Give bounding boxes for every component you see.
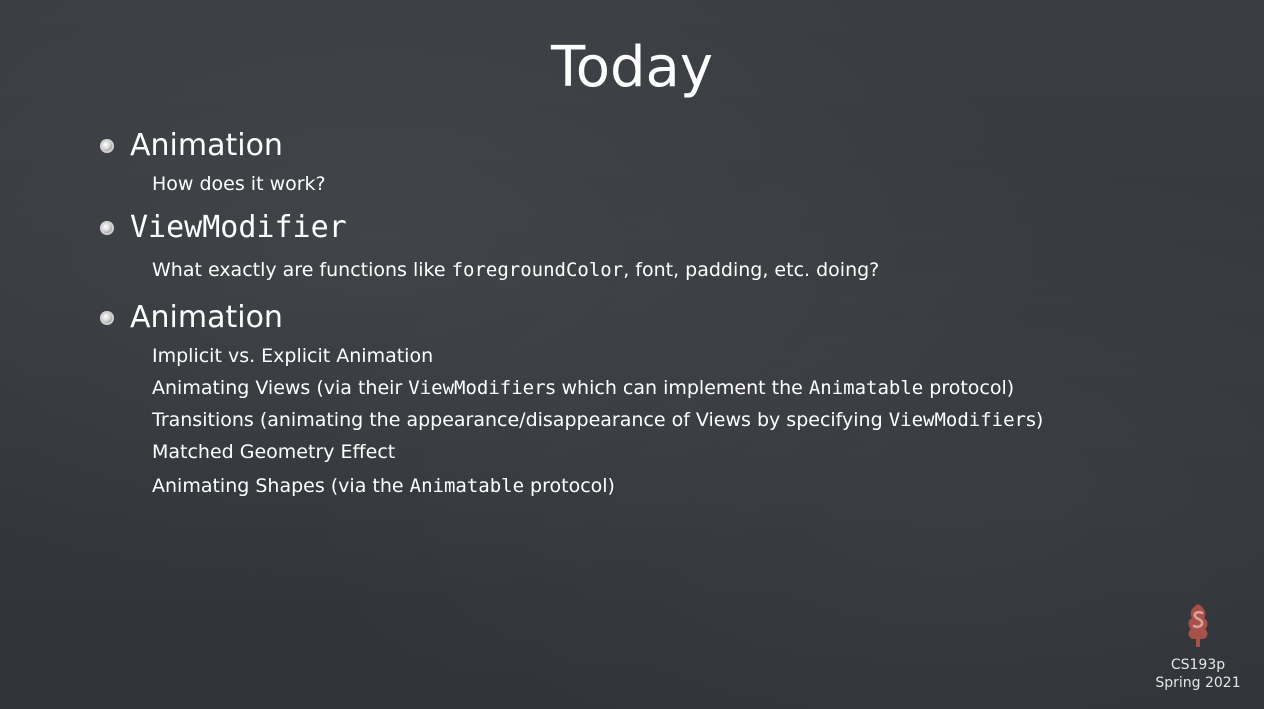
section-heading: Animation bbox=[130, 300, 283, 335]
section-item: Matched Geometry Effect bbox=[152, 441, 396, 463]
section-item: How does it work? bbox=[152, 173, 326, 195]
section-item: What exactly are functions like foregrou… bbox=[152, 258, 879, 282]
bullet-dot-icon bbox=[100, 221, 114, 235]
section-item: Implicit vs. Explicit Animation bbox=[152, 345, 434, 367]
bullet-dot-icon bbox=[100, 139, 114, 153]
course-footer: CS193p Spring 2021 bbox=[1148, 602, 1248, 692]
slide-title: Today bbox=[551, 35, 713, 100]
item-text: , font, padding, etc. doing? bbox=[623, 259, 880, 281]
bullet-viewmodifier: ViewModifier bbox=[100, 210, 347, 246]
item-text: s which can implement the bbox=[545, 377, 809, 399]
bullet-animation-1: Animation bbox=[100, 128, 283, 164]
item-text: Animating Shapes (via the bbox=[152, 475, 410, 497]
section-item: Animating Shapes (via the Animatable pro… bbox=[152, 474, 615, 498]
item-text: What exactly are functions like bbox=[152, 259, 452, 281]
section-heading: ViewModifier bbox=[130, 210, 347, 245]
item-code: Animatable bbox=[409, 475, 525, 497]
stanford-tree-logo-icon bbox=[1188, 604, 1208, 647]
section-heading: Animation bbox=[130, 128, 283, 163]
item-text: protocol) bbox=[524, 475, 615, 497]
item-code: foregroundColor bbox=[451, 259, 624, 281]
item-code: ViewModifier bbox=[888, 409, 1026, 431]
item-code: Animatable bbox=[808, 377, 924, 399]
section-item: Transitions (animating the appearance/di… bbox=[152, 408, 1043, 432]
slide: Today Animation How does it work? ViewMo… bbox=[0, 0, 1264, 709]
course-code: CS193p bbox=[1170, 657, 1226, 673]
item-text: protocol) bbox=[923, 377, 1015, 399]
item-text: Transitions (animating the appearance/di… bbox=[152, 409, 889, 431]
course-term: Spring 2021 bbox=[1155, 675, 1241, 691]
bullet-dot-icon bbox=[100, 311, 114, 325]
item-code: ViewModifier bbox=[408, 377, 546, 399]
section-item: Animating Views (via their ViewModifiers… bbox=[152, 376, 1014, 400]
item-text: Animating Views (via their bbox=[152, 377, 409, 399]
bullet-animation-2: Animation bbox=[100, 300, 283, 336]
item-text: s) bbox=[1025, 409, 1044, 431]
